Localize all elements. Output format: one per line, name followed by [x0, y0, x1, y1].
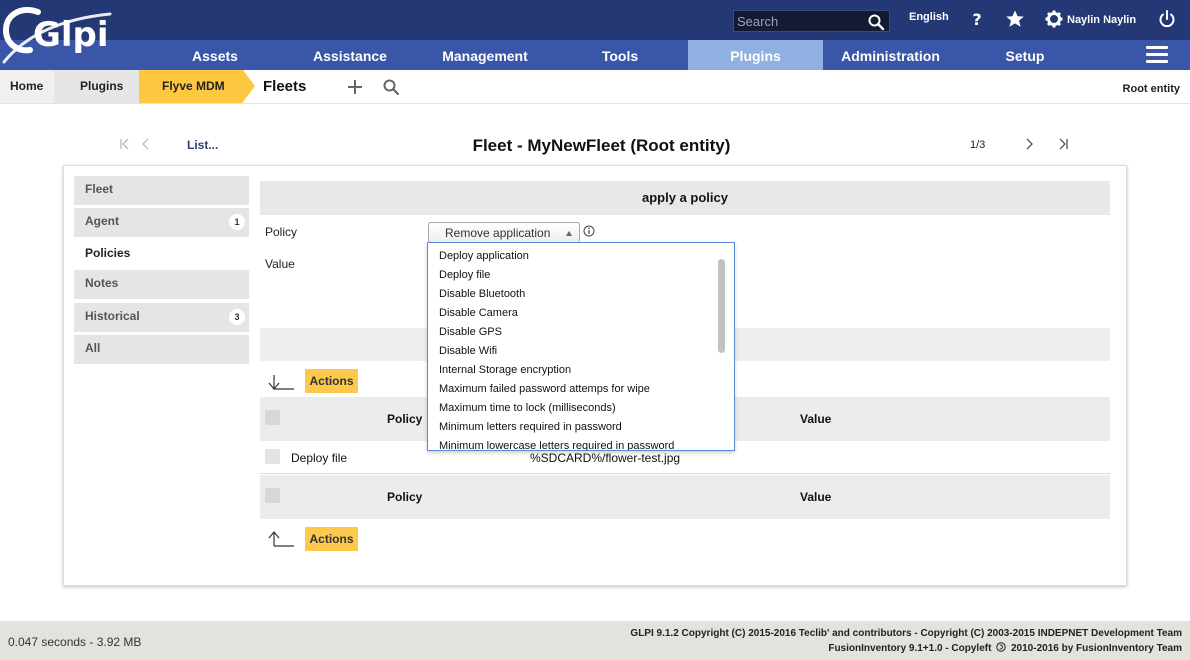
- table-footer: Policy Value: [260, 475, 1110, 519]
- breadcrumb-arrow: [243, 70, 255, 102]
- power-icon[interactable]: [1157, 9, 1177, 29]
- select-all-checkbox[interactable]: [265, 488, 280, 503]
- value-label: Value: [265, 257, 295, 271]
- dropdown-option[interactable]: Deploy file: [428, 266, 734, 285]
- footer-copyright-fusion-start: FusionInventory 9.1+1.0 - Copyleft: [828, 643, 992, 654]
- tab-label: Notes: [85, 276, 119, 290]
- breadcrumb-home[interactable]: Home: [0, 70, 54, 103]
- tab-label: Historical: [85, 309, 140, 323]
- copyleft-icon: [996, 642, 1006, 652]
- tab-fleet[interactable]: Fleet: [74, 176, 249, 205]
- main-menu: Assets Assistance Management Tools Plugi…: [0, 40, 1190, 70]
- search-input[interactable]: [737, 13, 865, 29]
- menu-tools[interactable]: Tools: [570, 40, 670, 70]
- count-badge: 1: [229, 214, 245, 230]
- tab-label: All: [85, 341, 101, 355]
- tab-label: Fleet: [85, 182, 114, 196]
- footer: 0.047 seconds - 3.92 MB GLPI 9.1.2 Copyr…: [0, 621, 1190, 660]
- policy-select[interactable]: Remove application: [428, 222, 580, 243]
- dropdown-option[interactable]: Minimum letters required in password: [428, 418, 734, 437]
- last-page-icon[interactable]: [1056, 136, 1070, 152]
- actions-button-top[interactable]: Actions: [305, 369, 358, 393]
- breadcrumb-flyve-mdm[interactable]: Flyve MDM: [139, 70, 243, 103]
- footer-copyright-fusion[interactable]: FusionInventory 9.1+1.0 - Copyleft 2010-…: [828, 642, 1182, 654]
- row-checkbox[interactable]: [265, 449, 280, 464]
- tab-historical[interactable]: Historical 3: [74, 303, 249, 332]
- svg-text:?: ?: [972, 10, 981, 29]
- top-bar: English ? Naylin Naylin: [0, 0, 1190, 40]
- dropdown-option[interactable]: Disable GPS: [428, 323, 734, 342]
- info-icon[interactable]: [583, 225, 595, 237]
- column-header-policy[interactable]: Policy: [387, 412, 422, 426]
- menu-plugins[interactable]: Plugins: [688, 40, 823, 70]
- arrow-down-left-icon: [268, 375, 294, 390]
- breadcrumb-current[interactable]: Fleets: [263, 78, 306, 95]
- footer-copyright-glpi[interactable]: GLPI 9.1.2 Copyright (C) 2015-2016 Tecli…: [630, 628, 1182, 639]
- tab-label: Policies: [85, 246, 131, 260]
- footer-copyright-fusion-end: 2010-2016 by FusionInventory Team: [1011, 643, 1182, 654]
- dropdown-option[interactable]: Maximum time to lock (milliseconds): [428, 399, 734, 418]
- breadcrumb: Home Plugins Flyve MDM Fleets: [0, 70, 1190, 104]
- tab-notes[interactable]: Notes: [74, 270, 249, 299]
- next-page-icon[interactable]: [1022, 136, 1036, 152]
- logo-text: Glpi: [33, 15, 109, 55]
- dropdown-option[interactable]: Maximum failed password attemps for wipe: [428, 380, 734, 399]
- policy-label: Policy: [265, 225, 298, 239]
- hamburger-menu-icon[interactable]: [1146, 46, 1168, 64]
- tab-policies[interactable]: Policies: [74, 240, 249, 269]
- caret-up-icon: [566, 231, 572, 236]
- search-icon[interactable]: [867, 13, 885, 31]
- actions-button-bottom[interactable]: Actions: [305, 527, 358, 551]
- column-footer-value[interactable]: Value: [800, 490, 831, 504]
- search-box[interactable]: [733, 10, 890, 32]
- policy-dropdown-list[interactable]: Deploy application Deploy file Disable B…: [427, 242, 735, 451]
- tab-agent[interactable]: Agent 1: [74, 208, 249, 237]
- glpi-logo[interactable]: Glpi: [0, 0, 170, 70]
- star-icon[interactable]: [1005, 9, 1025, 29]
- add-icon[interactable]: [346, 78, 364, 96]
- dropdown-option[interactable]: Disable Wifi: [428, 342, 734, 361]
- gear-icon[interactable]: [1044, 9, 1064, 29]
- count-badge: 3: [229, 309, 245, 325]
- tab-label: Agent: [85, 214, 119, 228]
- dropdown-option[interactable]: Disable Bluetooth: [428, 285, 734, 304]
- policy-select-value: Remove application: [445, 226, 551, 240]
- column-header-value[interactable]: Value: [800, 412, 831, 426]
- menu-administration[interactable]: Administration: [823, 40, 958, 70]
- question-icon[interactable]: ?: [967, 9, 987, 29]
- dropdown-option[interactable]: Deploy application: [428, 247, 734, 266]
- menu-assets[interactable]: Assets: [170, 40, 260, 70]
- form-header: apply a policy: [260, 181, 1110, 215]
- menu-assistance[interactable]: Assistance: [290, 40, 410, 70]
- arrow-up-left-icon: [268, 531, 294, 547]
- menu-management[interactable]: Management: [425, 40, 545, 70]
- tab-all[interactable]: All: [74, 335, 249, 364]
- search-icon[interactable]: [382, 78, 400, 96]
- pager-position: 1/3: [970, 139, 986, 151]
- column-footer-policy[interactable]: Policy: [387, 490, 422, 504]
- dropdown-scrollbar[interactable]: [718, 259, 725, 353]
- breadcrumb-plugins[interactable]: Plugins: [54, 70, 139, 103]
- page-title: Fleet - MyNewFleet (Root entity): [472, 136, 731, 155]
- entity-label[interactable]: Root entity: [1123, 83, 1180, 95]
- select-all-checkbox[interactable]: [265, 410, 280, 425]
- dropdown-option[interactable]: Minimum lowercase letters required in pa…: [428, 437, 734, 450]
- user-name[interactable]: Naylin Naylin: [1067, 14, 1136, 26]
- row-policy: Deploy file: [291, 451, 348, 465]
- dropdown-option[interactable]: Internal Storage encryption: [428, 361, 734, 380]
- footer-timing: 0.047 seconds - 3.92 MB: [8, 635, 142, 649]
- row-value: %SDCARD%/flower-test.jpg: [530, 451, 681, 465]
- language-link[interactable]: English: [909, 11, 949, 23]
- menu-setup[interactable]: Setup: [975, 40, 1075, 70]
- dropdown-option[interactable]: Disable Camera: [428, 304, 734, 323]
